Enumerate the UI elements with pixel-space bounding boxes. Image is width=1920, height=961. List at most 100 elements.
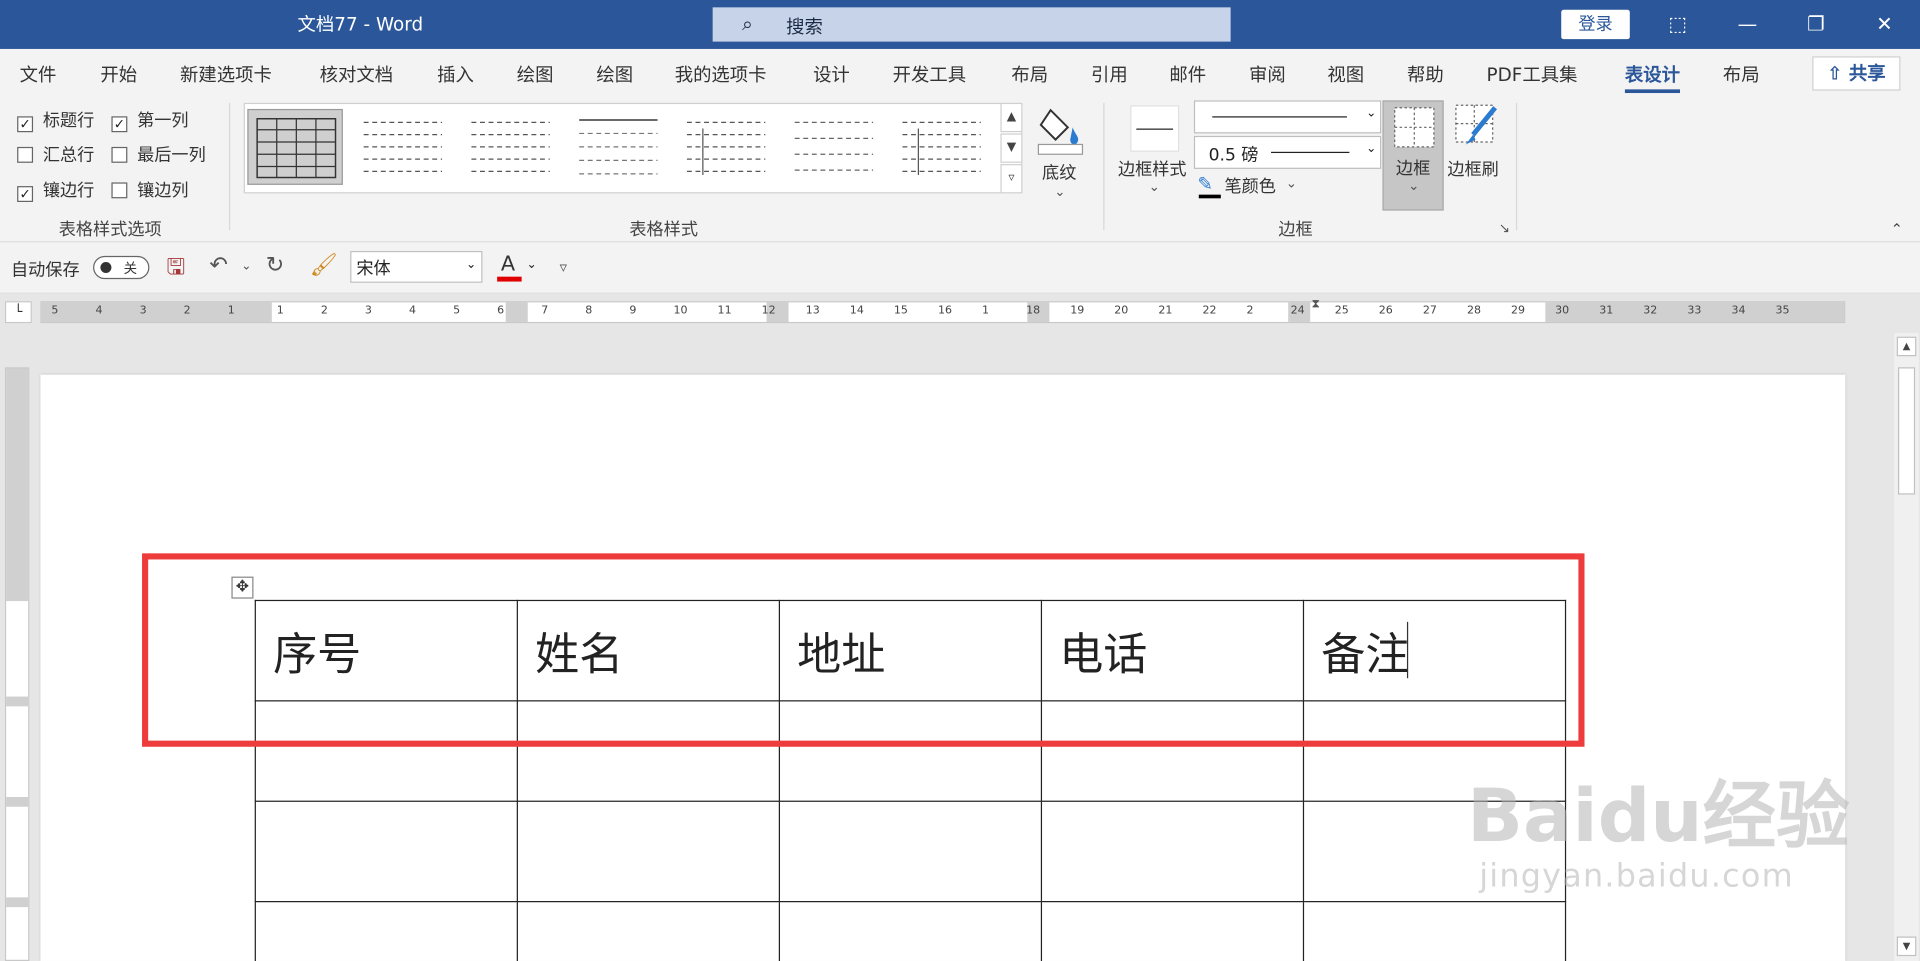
tab-home[interactable]: 开始 xyxy=(100,61,137,87)
shading-button[interactable]: 底纹 ⌄ xyxy=(1035,100,1086,210)
ruler-column-marker[interactable] xyxy=(505,302,528,322)
pen-color-button[interactable]: ✎ 笔颜色 ⌄ xyxy=(1198,173,1308,200)
line-style-dropdown[interactable]: ⌄ xyxy=(1193,100,1382,134)
last-column-checkbox[interactable]: 最后一列 xyxy=(111,142,206,166)
collapse-ribbon-icon[interactable]: ⌃ xyxy=(1891,220,1903,237)
tab-check-doc[interactable]: 核对文档 xyxy=(320,61,393,87)
minimize-icon[interactable]: — xyxy=(1729,7,1766,41)
tab-insert[interactable]: 插入 xyxy=(437,61,474,87)
header-row-checkbox[interactable]: ✓ 标题行 xyxy=(17,108,94,133)
font-color-button[interactable]: A ⌄ xyxy=(497,252,541,284)
banded-rows-label: 镶边行 xyxy=(42,181,95,201)
tab-mailings[interactable]: 邮件 xyxy=(1169,61,1206,87)
tab-layout[interactable]: 布局 xyxy=(1011,61,1048,87)
table-style-plain-4[interactable] xyxy=(894,109,990,185)
table-style-dashed-2[interactable] xyxy=(463,109,559,185)
table-cell[interactable] xyxy=(254,901,518,961)
border-styles-button[interactable]: 边框样式 ⌄ xyxy=(1114,100,1192,210)
tab-draw-1[interactable]: 绘图 xyxy=(517,61,554,87)
check-icon: ✓ xyxy=(17,116,34,133)
table-style-plain-1[interactable] xyxy=(571,109,667,185)
title-bar: 文档77 - Word ⌕ 搜索 登录 ⬚ — ❐ ✕ xyxy=(0,0,1920,49)
tab-help[interactable]: 帮助 xyxy=(1407,61,1444,87)
tab-table-design[interactable]: 表设计 xyxy=(1624,61,1681,94)
line-weight-dropdown[interactable]: 0.5 磅 ⌄ xyxy=(1193,135,1382,169)
table-style-grid[interactable] xyxy=(247,108,343,185)
table-style-dashed-1[interactable] xyxy=(355,109,451,185)
login-button[interactable]: 登录 xyxy=(1561,9,1630,40)
table-cell[interactable] xyxy=(1040,901,1305,961)
ruler-number: 14 xyxy=(849,304,864,318)
customize-toolbar-icon[interactable]: ▿ xyxy=(560,258,567,275)
table-cell[interactable] xyxy=(516,800,781,903)
dialog-launcher-icon[interactable]: ↘ xyxy=(1499,220,1510,236)
indent-marker-icon[interactable]: ⧗ xyxy=(1311,297,1320,310)
banded-columns-checkbox[interactable]: 镶边列 xyxy=(111,178,189,202)
table-cell[interactable] xyxy=(778,800,1043,903)
format-painter-icon[interactable]: 🖌 xyxy=(310,252,338,278)
tab-new-tab[interactable]: 新建选项卡 xyxy=(180,61,272,87)
tab-pdf-tools[interactable]: PDF工具集 xyxy=(1487,61,1578,87)
tab-view[interactable]: 视图 xyxy=(1327,61,1364,87)
scroll-up-icon[interactable]: ▲ xyxy=(1896,336,1917,357)
border-painter-label: 边框刷 xyxy=(1447,160,1499,180)
table-cell[interactable] xyxy=(1040,800,1305,903)
ribbon-display-icon[interactable]: ⬚ xyxy=(1659,7,1696,41)
document-title: 文档77 - Word xyxy=(297,13,424,36)
vertical-scrollbar[interactable]: ▲ ▼ xyxy=(1894,332,1919,961)
share-button[interactable]: ⇧ 共享 xyxy=(1812,56,1901,91)
ruler-row-marker[interactable] xyxy=(6,696,29,707)
undo-icon[interactable]: ↶ xyxy=(209,252,227,278)
table-cell[interactable] xyxy=(1302,901,1567,961)
table-cell[interactable] xyxy=(778,901,1043,961)
font-color-letter: A xyxy=(500,252,516,277)
chevron-down-icon: ⌄ xyxy=(466,258,477,272)
close-icon[interactable]: ✕ xyxy=(1866,7,1903,41)
tab-developer[interactable]: 开发工具 xyxy=(893,61,966,87)
border-style-preview xyxy=(1130,105,1180,152)
scroll-down-icon[interactable]: ▼ xyxy=(1896,936,1917,957)
vertical-ruler[interactable] xyxy=(4,367,30,961)
watermark-brand: Baidu经验 xyxy=(1466,773,1850,860)
tab-file[interactable]: 文件 xyxy=(20,61,57,87)
autosave-toggle[interactable]: 关 xyxy=(93,255,150,280)
horizontal-ruler[interactable]: ⧗ 5 4 3 2 1 1 2 3 4 5 6 7 8 9 10 11 12 13 14 15 16 1 18 19 20 21 2… xyxy=(40,297,1846,324)
table-styles-gallery xyxy=(243,102,1023,194)
tab-design[interactable]: 设计 xyxy=(813,61,850,87)
unchecked-box-icon xyxy=(111,146,128,163)
last-column-label: 最后一列 xyxy=(137,145,206,166)
table-cell[interactable] xyxy=(516,901,781,961)
gallery-more-icon[interactable]: ▿ xyxy=(1000,164,1023,194)
ruler-number: 10 xyxy=(673,304,688,318)
gallery-scroll-up-icon[interactable]: ▲ xyxy=(1000,102,1023,133)
gallery-scroll-down-icon[interactable]: ▼ xyxy=(1000,133,1023,163)
table-styles-group-label: 表格样式 xyxy=(629,220,698,240)
scrollbar-thumb[interactable] xyxy=(1897,367,1916,495)
tab-my-tab[interactable]: 我的选项卡 xyxy=(675,61,767,87)
tab-selector-icon[interactable]: └ xyxy=(4,301,32,324)
restore-icon[interactable]: ❐ xyxy=(1798,7,1835,41)
table-cell[interactable] xyxy=(254,800,518,903)
first-column-label: 第一列 xyxy=(137,111,189,131)
chevron-down-icon: ⌄ xyxy=(1148,178,1160,195)
ruler-row-marker[interactable] xyxy=(6,796,29,807)
tab-draw-2[interactable]: 绘图 xyxy=(596,61,633,87)
banded-rows-checkbox[interactable]: ✓ 镶边行 xyxy=(17,178,94,202)
ruler-number: 2 xyxy=(183,304,191,318)
paint-bucket-icon xyxy=(1037,108,1084,155)
font-name-dropdown[interactable]: 宋体 ⌄ xyxy=(350,250,483,283)
table-style-plain-3[interactable] xyxy=(786,109,882,185)
border-painter-button[interactable]: 边框刷 xyxy=(1446,100,1507,210)
tab-review[interactable]: 审阅 xyxy=(1249,61,1286,87)
save-icon[interactable]: 🖫 xyxy=(167,252,186,289)
tab-references[interactable]: 引用 xyxy=(1091,61,1128,87)
total-row-checkbox[interactable]: 汇总行 xyxy=(17,142,94,166)
undo-dropdown-icon[interactable]: ⌄ xyxy=(241,260,251,273)
table-style-plain-2[interactable] xyxy=(678,109,774,185)
tab-table-layout[interactable]: 布局 xyxy=(1723,61,1760,87)
redo-icon[interactable]: ↻ xyxy=(266,252,284,278)
search-box[interactable]: ⌕ 搜索 xyxy=(712,7,1231,42)
ruler-row-marker[interactable] xyxy=(6,897,29,908)
first-column-checkbox[interactable]: ✓ 第一列 xyxy=(111,108,189,133)
borders-button[interactable]: 边框 ⌄ xyxy=(1382,100,1444,211)
